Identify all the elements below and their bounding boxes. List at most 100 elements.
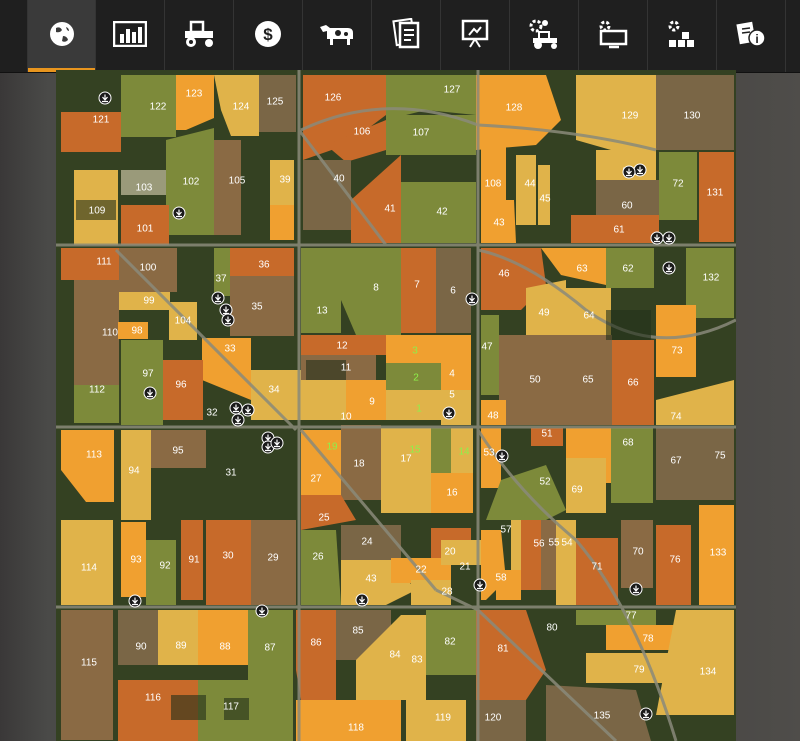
field-label-87[interactable]: 87	[264, 643, 276, 654]
field-label-32[interactable]: 32	[206, 408, 218, 419]
field-label-48[interactable]: 48	[487, 411, 499, 422]
field-label-17[interactable]: 17	[400, 454, 412, 465]
field-label-40[interactable]: 40	[333, 174, 345, 185]
sell-point-icon[interactable]	[255, 604, 269, 618]
tab-general-settings[interactable]	[648, 0, 717, 72]
field-label-93[interactable]: 93	[130, 555, 142, 566]
field-label-135[interactable]: 135	[594, 711, 611, 722]
field-label-133[interactable]: 133	[710, 548, 727, 559]
field-label-114[interactable]: 114	[81, 563, 97, 574]
field-label-116[interactable]: 116	[145, 693, 161, 704]
sell-point-icon[interactable]	[143, 386, 157, 400]
field-label-25[interactable]: 25	[318, 513, 330, 524]
sell-point-icon[interactable]	[231, 413, 245, 427]
field-label-76[interactable]: 76	[669, 555, 681, 566]
field-label-130[interactable]: 130	[684, 111, 701, 122]
sell-point-icon[interactable]	[622, 165, 636, 179]
field-label-27[interactable]: 27	[310, 474, 322, 485]
sell-point-icon[interactable]	[229, 401, 243, 415]
tab-map[interactable]	[27, 0, 96, 72]
field-label-90[interactable]: 90	[135, 642, 147, 653]
field-label-91[interactable]: 91	[188, 555, 200, 566]
field-label-101[interactable]: 101	[137, 224, 154, 235]
field-label-78[interactable]: 78	[642, 634, 654, 645]
sell-point-icon[interactable]	[495, 449, 509, 463]
field-label-6[interactable]: 6	[450, 286, 456, 297]
field-label-79[interactable]: 79	[633, 665, 645, 676]
field-label-123[interactable]: 123	[186, 89, 203, 100]
field-label-41[interactable]: 41	[384, 204, 396, 215]
field-label-11[interactable]: 11	[341, 363, 352, 374]
field-label-52[interactable]: 52	[539, 477, 551, 488]
tab-help[interactable]	[441, 0, 510, 72]
field-label-12[interactable]: 12	[336, 341, 348, 352]
field-label-120[interactable]: 120	[485, 713, 502, 724]
field-label-2[interactable]: 2	[413, 373, 419, 384]
field-label-132[interactable]: 132	[703, 273, 720, 284]
field-label-122[interactable]: 122	[150, 102, 167, 113]
field-label-49[interactable]: 49	[538, 308, 550, 319]
field-label-3[interactable]: 3	[412, 346, 418, 357]
field-label-82[interactable]: 82	[444, 637, 456, 648]
field-label-36[interactable]: 36	[258, 260, 270, 271]
field-label-94[interactable]: 94	[128, 466, 140, 477]
field-label-110[interactable]: 110	[102, 328, 118, 339]
field-label-124[interactable]: 124	[233, 102, 250, 113]
field-label-121[interactable]: 121	[93, 115, 110, 126]
field-label-14[interactable]: 14	[458, 447, 470, 458]
field-label-46[interactable]: 46	[498, 269, 510, 280]
field-label-58[interactable]: 58	[495, 573, 507, 584]
sell-point-icon[interactable]	[473, 578, 487, 592]
field-label-89[interactable]: 89	[175, 641, 187, 652]
tab-info[interactable]: i	[717, 0, 786, 72]
sell-point-icon[interactable]	[633, 163, 647, 177]
field-label-70[interactable]: 70	[632, 547, 644, 558]
field-label-53[interactable]: 53	[483, 448, 495, 459]
field-label-112[interactable]: 112	[89, 385, 105, 396]
field-label-28[interactable]: 28	[441, 587, 453, 598]
tab-production[interactable]	[510, 0, 579, 72]
field-label-39[interactable]: 39	[279, 175, 291, 186]
field-label-119[interactable]: 119	[435, 713, 451, 724]
field-label-97[interactable]: 97	[142, 369, 154, 380]
field-label-74[interactable]: 74	[670, 412, 682, 423]
field-label-127[interactable]: 127	[444, 85, 461, 96]
field-label-29[interactable]: 29	[267, 553, 279, 564]
field-label-42[interactable]: 42	[436, 207, 448, 218]
field-label-57[interactable]: 57	[500, 525, 512, 536]
tab-finances[interactable]: $	[234, 0, 303, 72]
field-label-102[interactable]: 102	[183, 177, 200, 188]
field-label-65[interactable]: 65	[582, 375, 594, 386]
field-label-68[interactable]: 68	[622, 438, 634, 449]
field-label-72[interactable]: 72	[672, 179, 684, 190]
sell-point-icon[interactable]	[172, 206, 186, 220]
field-label-109[interactable]: 109	[89, 206, 106, 217]
field-label-45[interactable]: 45	[539, 194, 551, 205]
field-label-61[interactable]: 61	[613, 225, 625, 236]
field-label-35[interactable]: 35	[251, 302, 263, 313]
field-label-54[interactable]: 54	[561, 538, 573, 549]
field-label-30[interactable]: 30	[222, 551, 234, 562]
field-label-131[interactable]: 131	[707, 188, 724, 199]
field-label-4[interactable]: 4	[449, 369, 455, 380]
field-label-19[interactable]: 19	[326, 442, 338, 453]
field-label-125[interactable]: 125	[267, 97, 284, 108]
field-label-118[interactable]: 118	[348, 723, 364, 734]
field-label-31[interactable]: 31	[225, 468, 237, 479]
field-label-83[interactable]: 83	[411, 655, 423, 666]
sell-point-icon[interactable]	[270, 436, 284, 450]
field-label-1[interactable]: 1	[416, 404, 422, 415]
field-label-47[interactable]: 47	[481, 342, 493, 353]
field-label-18[interactable]: 18	[353, 459, 365, 470]
tab-vehicles[interactable]	[165, 0, 234, 72]
tab-contracts[interactable]	[372, 0, 441, 72]
field-label-71[interactable]: 71	[591, 562, 603, 573]
field-label-105[interactable]: 105	[229, 176, 246, 187]
field-label-85[interactable]: 85	[352, 626, 364, 637]
sell-point-icon[interactable]	[128, 594, 142, 608]
sell-point-icon[interactable]	[639, 707, 653, 721]
field-label-95[interactable]: 95	[172, 446, 184, 457]
field-label-10[interactable]: 10	[340, 412, 352, 423]
field-label-67[interactable]: 67	[670, 456, 682, 467]
field-label-75[interactable]: 75	[714, 451, 726, 462]
